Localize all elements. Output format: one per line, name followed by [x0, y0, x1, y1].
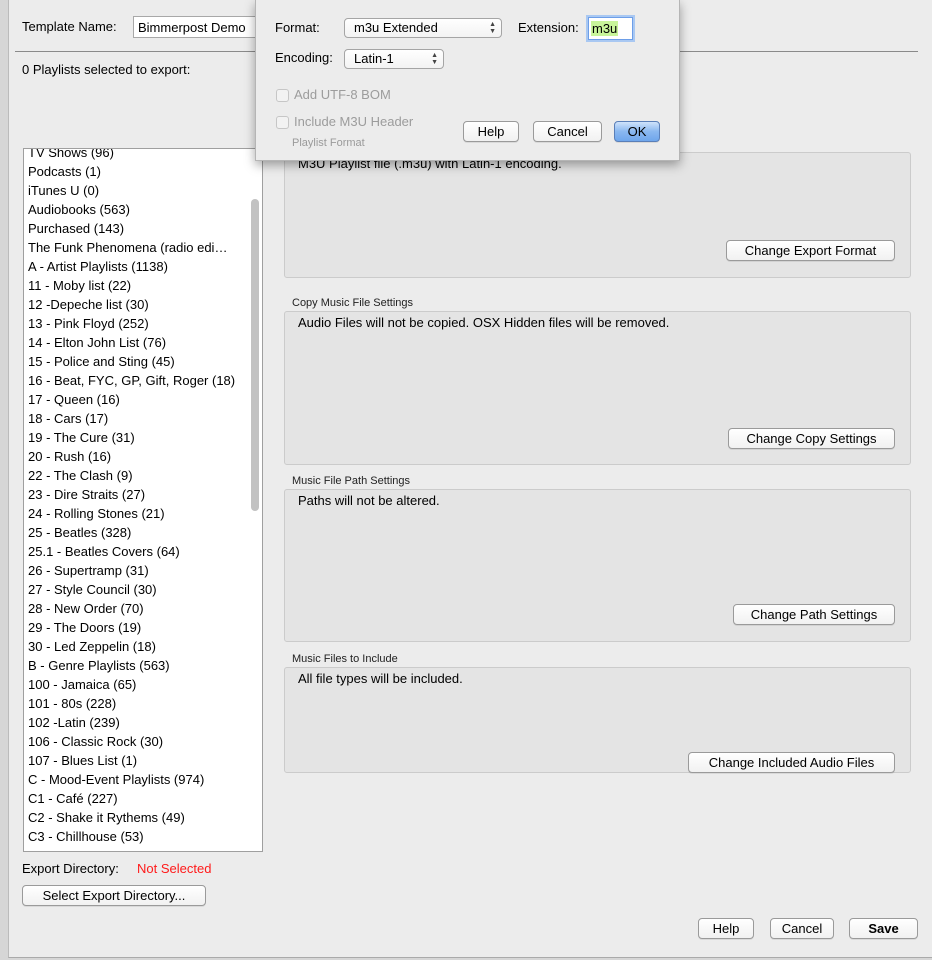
- playlist-item[interactable]: 20 - Rush (16): [24, 447, 250, 466]
- format-value: m3u Extended: [354, 20, 438, 35]
- change-path-settings-button[interactable]: Change Path Settings: [733, 604, 895, 625]
- section-label: Playlist Format: [292, 137, 365, 149]
- playlist-item[interactable]: 13 - Pink Floyd (252): [24, 314, 250, 333]
- playlist-item[interactable]: 30 - Led Zeppelin (18): [24, 637, 250, 656]
- up-down-arrows-icon: ▲ ▼: [489, 21, 496, 35]
- section-label: Music Files to Include: [292, 653, 398, 665]
- format-popup[interactable]: m3u Extended ▲ ▼: [344, 18, 502, 38]
- encoding-popup[interactable]: Latin-1 ▲ ▼: [344, 49, 444, 69]
- playlist-item[interactable]: Purchased (143): [24, 219, 250, 238]
- playlist-item[interactable]: 100 - Jamaica (65): [24, 675, 250, 694]
- section-label: Music File Path Settings: [292, 475, 410, 487]
- m3u-header-checkbox[interactable]: [276, 116, 289, 129]
- change-export-format-button[interactable]: Change Export Format: [726, 240, 895, 261]
- section-text: Audio Files will not be copied. OSX Hidd…: [298, 315, 670, 330]
- playlist-item[interactable]: B - Genre Playlists (563): [24, 656, 250, 675]
- playlist-item[interactable]: iTunes U (0): [24, 181, 250, 200]
- playlist-item[interactable]: 19 - The Cure (31): [24, 428, 250, 447]
- template-name-input[interactable]: [133, 16, 258, 38]
- dialog-help-button[interactable]: Help: [463, 121, 519, 142]
- playlist-item[interactable]: 102 -Latin (239): [24, 713, 250, 732]
- cancel-button[interactable]: Cancel: [770, 918, 834, 939]
- playlist-item[interactable]: 23 - Dire Straits (27): [24, 485, 250, 504]
- extension-input[interactable]: m3u: [588, 17, 633, 40]
- playlist-item[interactable]: C - Mood-Event Playlists (974): [24, 770, 250, 789]
- encoding-label: Encoding:: [275, 50, 333, 65]
- encoding-value: Latin-1: [354, 51, 394, 66]
- playlist-item[interactable]: TV Shows (96): [24, 149, 250, 162]
- utf8-bom-label: Add UTF-8 BOM: [294, 87, 391, 102]
- template-name-label: Template Name:: [22, 19, 117, 34]
- playlist-item[interactable]: 22 - The Clash (9): [24, 466, 250, 485]
- playlist-item[interactable]: 101 - 80s (228): [24, 694, 250, 713]
- selected-count-label: 0 Playlists selected to export:: [22, 62, 191, 77]
- playlist-item[interactable]: C2 - Shake it Rythems (49): [24, 808, 250, 827]
- section-label: Copy Music File Settings: [292, 297, 414, 309]
- playlist-list[interactable]: TV Shows (96) Podcasts (1) iTunes U (0) Aud…: [23, 148, 263, 852]
- section-text: Paths will not be altered.: [298, 493, 440, 508]
- playlist-item[interactable]: 25 - Beatles (328): [24, 523, 250, 542]
- dialog-cancel-button[interactable]: Cancel: [533, 121, 602, 142]
- playlist-item[interactable]: 29 - The Doors (19): [24, 618, 250, 637]
- playlist-item[interactable]: Audiobooks (563): [24, 200, 250, 219]
- playlist-item[interactable]: 11 - Moby list (22): [24, 276, 250, 295]
- playlist-item[interactable]: 15 - Police and Sting (45): [24, 352, 250, 371]
- playlist-item[interactable]: 18 - Cars (17): [24, 409, 250, 428]
- save-button[interactable]: Save: [849, 918, 918, 939]
- export-directory-label: Export Directory:: [22, 861, 119, 876]
- change-included-files-button[interactable]: Change Included Audio Files: [688, 752, 895, 773]
- playlist-item[interactable]: 14 - Elton John List (76): [24, 333, 250, 352]
- m3u-header-label: Include M3U Header: [294, 114, 414, 129]
- playlist-item[interactable]: 25.1 - Beatles Covers (64): [24, 542, 250, 561]
- playlist-item[interactable]: 12 -Depeche list (30): [24, 295, 250, 314]
- playlist-item[interactable]: C3 - Chillhouse (53): [24, 827, 250, 846]
- playlist-item[interactable]: 28 - New Order (70): [24, 599, 250, 618]
- extension-value: m3u: [591, 21, 619, 36]
- change-copy-settings-button[interactable]: Change Copy Settings: [728, 428, 895, 449]
- utf8-bom-checkbox[interactable]: [276, 89, 289, 102]
- playlist-item[interactable]: 16 - Beat, FYC, GP, Gift, Roger (18): [24, 371, 250, 390]
- select-export-directory-button[interactable]: Select Export Directory...: [22, 885, 206, 906]
- playlist-item[interactable]: The Funk Phenomena (radio edi…: [24, 238, 250, 257]
- export-directory-value: Not Selected: [137, 861, 212, 876]
- up-down-arrows-icon: ▲ ▼: [431, 52, 438, 66]
- playlist-item[interactable]: 107 - Blues List (1): [24, 751, 250, 770]
- playlist-item[interactable]: 17 - Queen (16): [24, 390, 250, 409]
- playlist-item[interactable]: 106 - Classic Rock (30): [24, 732, 250, 751]
- help-button[interactable]: Help: [698, 918, 754, 939]
- extension-label: Extension:: [518, 20, 579, 35]
- dialog-ok-button[interactable]: OK: [614, 121, 660, 142]
- section-text: All file types will be included.: [298, 671, 463, 686]
- playlist-item[interactable]: C1 - Café (227): [24, 789, 250, 808]
- list-scrollbar[interactable]: [251, 199, 259, 511]
- format-label: Format:: [275, 20, 320, 35]
- playlist-item[interactable]: 24 - Rolling Stones (21): [24, 504, 250, 523]
- playlist-item[interactable]: 27 - Style Council (30): [24, 580, 250, 599]
- playlist-item[interactable]: A - Artist Playlists (1138): [24, 257, 250, 276]
- playlist-item[interactable]: Podcasts (1): [24, 162, 250, 181]
- playlist-item[interactable]: 26 - Supertramp (31): [24, 561, 250, 580]
